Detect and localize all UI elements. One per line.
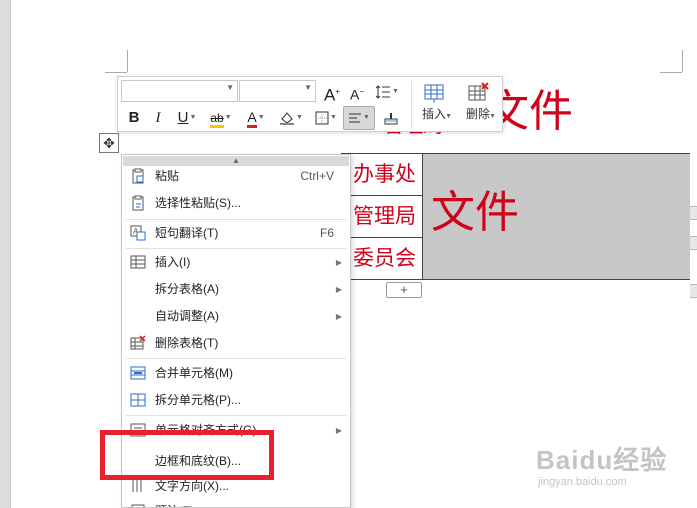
menu-item-autofit[interactable]: 自动调整(A) ▶ <box>122 303 350 330</box>
chevron-down-icon: ▼ <box>304 83 312 92</box>
add-row-button[interactable]: + <box>386 282 422 298</box>
split-cells-icon <box>130 393 146 407</box>
crop-mark <box>660 72 682 73</box>
translate-icon: A <box>130 225 146 241</box>
document-table[interactable]: 办事处 管理局 委员会 文件 <box>341 153 690 280</box>
menu-item-label: 拆分单元格(P)... <box>155 393 241 407</box>
menu-item-label: 删除表格(T) <box>155 336 219 350</box>
table-cell[interactable]: 管理局 <box>342 195 422 236</box>
shading-icon[interactable]: ▼ <box>276 107 306 129</box>
menu-item-caption[interactable]: 题注(Z)... <box>122 498 350 507</box>
delete-button[interactable]: 删除 ▼ <box>458 80 498 130</box>
menu-item-shortcut: Ctrl+V <box>300 169 334 183</box>
line-spacing-icon[interactable]: ▼ <box>372 81 402 103</box>
menu-item-merge-cells[interactable]: 合并单元格(M) <box>122 360 350 387</box>
italic-icon[interactable]: I <box>150 107 166 129</box>
ruler-marker <box>690 206 697 220</box>
menu-item-label: 合并单元格(M) <box>155 366 233 380</box>
delete-table-icon <box>468 82 489 101</box>
underline-icon[interactable]: U▼ <box>174 107 200 129</box>
align-icon[interactable]: ▼ <box>343 106 375 130</box>
format-painter-icon[interactable] <box>380 107 402 129</box>
menu-item-split-cells[interactable]: 拆分单元格(P)... <box>122 387 350 414</box>
menu-item-label: 插入(I) <box>155 255 191 269</box>
borders-icon[interactable]: ▼ <box>311 107 341 129</box>
paste-special-icon <box>132 195 144 211</box>
caption-icon <box>131 504 145 507</box>
chevron-down-icon: ▼ <box>226 83 234 92</box>
toolbar-divider <box>411 81 412 129</box>
submenu-arrow-icon: ▶ <box>335 426 342 435</box>
insert-button[interactable]: 插入 ▼ <box>414 80 454 130</box>
ruler-marker <box>690 236 697 250</box>
menu-item-label: 题注(Z)... <box>155 498 204 507</box>
paste-icon <box>132 168 144 184</box>
table-move-handle-icon[interactable]: ✥ <box>99 133 119 153</box>
table-cell-text: 文件 <box>431 187 519 238</box>
menu-separator <box>126 415 346 416</box>
merge-cells-icon <box>130 366 146 380</box>
delete-table-icon <box>130 335 146 350</box>
floating-toolbar: ▼ ▼ A+ A− ▼ B I U▼ ab▼ A▼ ▼ ▼ ▼ 插入 ▼ 删除 … <box>117 76 503 132</box>
table-cell-merged[interactable]: 文件 <box>422 154 690 279</box>
menu-item-label: 选择性粘贴(S)... <box>155 196 241 210</box>
menu-item-insert[interactable]: 插入(I) ▶ <box>122 249 350 276</box>
menu-item-label: 粘贴 <box>155 169 180 183</box>
watermark-logo: Baidu经验 <box>536 445 668 475</box>
menu-item-delete-table[interactable]: 删除表格(T) <box>122 330 350 357</box>
menu-item-paste-special[interactable]: 选择性粘贴(S)... <box>122 190 350 217</box>
table-cell[interactable]: 办事处 <box>342 154 422 195</box>
crop-mark <box>127 50 128 72</box>
bold-icon[interactable]: B <box>126 107 142 129</box>
menu-separator <box>126 358 346 359</box>
font-name-dropdown[interactable]: ▼ <box>121 80 238 102</box>
text-direction-icon <box>132 480 142 492</box>
menu-item-shortcut: F6 <box>319 226 334 240</box>
menu-item-translate[interactable]: A 短句翻译(T) F6 <box>122 220 350 247</box>
submenu-arrow-icon: ▶ <box>335 312 342 321</box>
annotation-highlight-box <box>100 430 274 480</box>
grow-font-icon[interactable]: A+ <box>321 81 343 105</box>
shrink-font-icon[interactable]: A− <box>346 81 368 103</box>
crop-mark <box>105 72 127 73</box>
watermark-url: jingyan.baidu.com <box>538 476 627 488</box>
menu-item-label: 短句翻译(T) <box>155 226 219 240</box>
ruler-marker <box>690 284 697 298</box>
insert-table-icon <box>130 255 146 269</box>
crop-mark <box>682 50 683 72</box>
menu-item-label: 自动调整(A) <box>155 309 219 323</box>
menu-item-paste[interactable]: 粘贴 Ctrl+V <box>122 163 350 190</box>
submenu-arrow-icon: ▶ <box>335 285 342 294</box>
menu-item-label: 拆分表格(A) <box>155 282 219 296</box>
highlight-icon[interactable]: ab▼ <box>206 107 236 129</box>
watermark: Baidu经验 jingyan.baidu.com <box>536 445 667 489</box>
menu-item-split-table[interactable]: 拆分表格(A) ▶ <box>122 276 350 303</box>
font-color-icon[interactable]: A▼ <box>241 107 271 129</box>
font-size-dropdown[interactable]: ▼ <box>239 80 316 102</box>
insert-table-icon <box>424 84 444 103</box>
table-cell[interactable]: 委员会 <box>342 237 422 278</box>
submenu-arrow-icon: ▶ <box>335 258 342 267</box>
